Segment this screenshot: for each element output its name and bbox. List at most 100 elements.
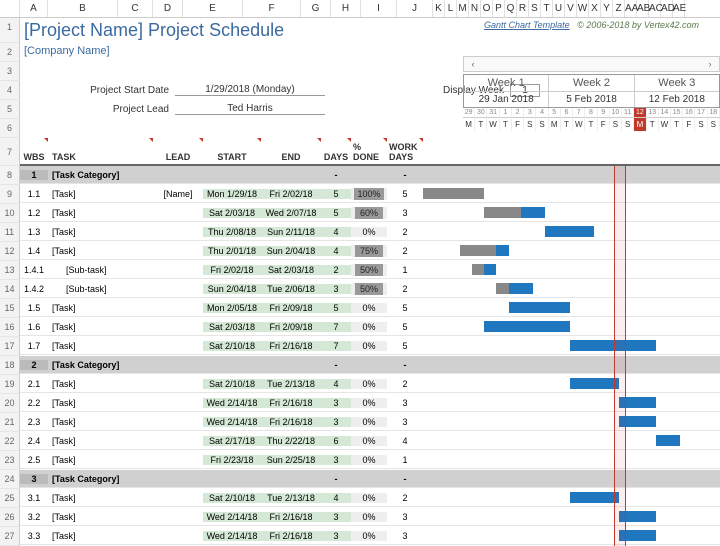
cell-work[interactable]: 3 — [387, 208, 423, 218]
cell-work[interactable]: - — [387, 474, 423, 484]
cell-days[interactable]: 4 — [321, 379, 351, 389]
cell-work[interactable]: 1 — [387, 265, 423, 275]
table-row[interactable]: 1.2 [Task] Sat 2/03/18 Wed 2/07/18 5 60%… — [20, 204, 720, 222]
header-task[interactable]: TASK — [48, 138, 153, 164]
cell-days[interactable]: 5 — [321, 208, 351, 218]
cell-start[interactable]: Sat 2/03/18 — [203, 322, 261, 332]
cell-days[interactable]: 5 — [321, 303, 351, 313]
cell-wbs[interactable]: 1.4 — [20, 246, 48, 256]
cell-work[interactable]: 5 — [387, 303, 423, 313]
cell-wbs[interactable]: 2.2 — [20, 398, 48, 408]
cell-end[interactable]: Fri 2/16/18 — [261, 417, 321, 427]
cell-end[interactable]: Tue 2/06/18 — [261, 284, 321, 294]
cell-task[interactable]: [Task Category] — [48, 360, 153, 370]
header-end[interactable]: END — [261, 138, 321, 164]
cell-wbs[interactable]: 2.1 — [20, 379, 48, 389]
cell-wbs[interactable]: 2 — [20, 360, 48, 370]
cell-days[interactable]: 3 — [321, 284, 351, 294]
cell-work[interactable]: 2 — [387, 227, 423, 237]
cell-work[interactable]: - — [387, 360, 423, 370]
cell-done[interactable]: 0% — [351, 398, 387, 408]
week-scroller[interactable]: ‹ › — [463, 56, 720, 72]
cell-done[interactable]: 0% — [351, 303, 387, 313]
cell-start[interactable]: Sat 2/10/18 — [203, 379, 261, 389]
cell-work[interactable]: 5 — [387, 341, 423, 351]
cell-wbs[interactable]: 1.4.2 — [20, 284, 48, 294]
header-lead[interactable]: LEAD — [153, 138, 203, 164]
cell-days[interactable]: 7 — [321, 341, 351, 351]
table-row[interactable]: 2.5 [Task] Fri 2/23/18 Sun 2/25/18 3 0% … — [20, 451, 720, 469]
cell-task[interactable]: [Sub-task] — [48, 284, 153, 294]
header-days[interactable]: DAYS — [321, 138, 351, 164]
table-row[interactable]: 3 [Task Category] - - — [20, 470, 720, 488]
cell-task[interactable]: [Task] — [48, 417, 153, 427]
cell-work[interactable]: 3 — [387, 512, 423, 522]
cell-start[interactable]: Sat 2/10/18 — [203, 341, 261, 351]
cell-start[interactable]: Sat 2/03/18 — [203, 208, 261, 218]
cell-done[interactable]: 0% — [351, 379, 387, 389]
table-row[interactable]: 1.5 [Task] Mon 2/05/18 Fri 2/09/18 5 0% … — [20, 299, 720, 317]
cell-start[interactable]: Mon 1/29/18 — [203, 189, 261, 199]
cell-end[interactable]: Sun 2/25/18 — [261, 455, 321, 465]
cell-task[interactable]: [Task] — [48, 189, 153, 199]
cell-work[interactable]: 3 — [387, 417, 423, 427]
lead-input[interactable]: Ted Harris — [175, 103, 325, 115]
cell-start[interactable]: Wed 2/14/18 — [203, 531, 261, 541]
cell-start[interactable]: Sun 2/04/18 — [203, 284, 261, 294]
cell-days[interactable]: 3 — [321, 512, 351, 522]
cell-task[interactable]: [Task] — [48, 227, 153, 237]
cell-end[interactable]: Sat 2/03/18 — [261, 265, 321, 275]
header-done[interactable]: % DONE — [351, 138, 387, 164]
cell-done[interactable]: 0% — [351, 322, 387, 332]
table-row[interactable]: 1.7 [Task] Sat 2/10/18 Fri 2/16/18 7 0% … — [20, 337, 720, 355]
table-row[interactable]: 3.3 [Task] Wed 2/14/18 Fri 2/16/18 3 0% … — [20, 527, 720, 545]
cell-days[interactable]: 4 — [321, 246, 351, 256]
cell-done[interactable]: 50% — [351, 264, 387, 276]
cell-start[interactable]: Wed 2/14/18 — [203, 512, 261, 522]
table-row[interactable]: 1.4.2 [Sub-task] Sun 2/04/18 Tue 2/06/18… — [20, 280, 720, 298]
cell-wbs[interactable]: 3.1 — [20, 493, 48, 503]
table-row[interactable]: 3.1 [Task] Sat 2/10/18 Tue 2/13/18 4 0% … — [20, 489, 720, 507]
cell-days[interactable]: - — [321, 170, 351, 180]
cell-done[interactable]: 0% — [351, 341, 387, 351]
cell-work[interactable]: 5 — [387, 189, 423, 199]
cell-end[interactable]: Wed 2/07/18 — [261, 208, 321, 218]
table-row[interactable]: 1.6 [Task] Sat 2/03/18 Fri 2/09/18 7 0% … — [20, 318, 720, 336]
cell-days[interactable]: 3 — [321, 531, 351, 541]
cell-days[interactable]: 7 — [321, 322, 351, 332]
cell-task[interactable]: [Task] — [48, 379, 153, 389]
cell-task[interactable]: [Task] — [48, 208, 153, 218]
cell-days[interactable]: 4 — [321, 493, 351, 503]
cell-done[interactable]: 75% — [351, 245, 387, 257]
header-start[interactable]: START — [203, 138, 261, 164]
cell-wbs[interactable]: 1.6 — [20, 322, 48, 332]
table-row[interactable]: 1.1 [Task] [Name] Mon 1/29/18 Fri 2/02/1… — [20, 185, 720, 203]
cell-work[interactable]: 3 — [387, 531, 423, 541]
cell-wbs[interactable]: 1.1 — [20, 189, 48, 199]
cell-task[interactable]: [Task] — [48, 455, 153, 465]
cell-done[interactable]: 0% — [351, 227, 387, 237]
cell-days[interactable]: 6 — [321, 436, 351, 446]
cell-task[interactable]: [Task] — [48, 398, 153, 408]
cell-days[interactable]: 2 — [321, 265, 351, 275]
cell-wbs[interactable]: 1.7 — [20, 341, 48, 351]
cell-days[interactable]: 3 — [321, 417, 351, 427]
cell-task[interactable]: [Task] — [48, 322, 153, 332]
cell-work[interactable]: 2 — [387, 284, 423, 294]
cell-days[interactable]: - — [321, 474, 351, 484]
cell-wbs[interactable]: 2.3 — [20, 417, 48, 427]
table-row[interactable]: 1.4.1 [Sub-task] Fri 2/02/18 Sat 2/03/18… — [20, 261, 720, 279]
cell-end[interactable]: Fri 2/16/18 — [261, 341, 321, 351]
cell-end[interactable]: Sun 2/11/18 — [261, 227, 321, 237]
cell-task[interactable]: [Sub-task] — [48, 265, 153, 275]
cell-start[interactable]: Fri 2/23/18 — [203, 455, 261, 465]
cell-work[interactable]: 5 — [387, 322, 423, 332]
cell-end[interactable]: Sun 2/04/18 — [261, 246, 321, 256]
cell-done[interactable]: 0% — [351, 493, 387, 503]
cell-task[interactable]: [Task] — [48, 436, 153, 446]
cell-end[interactable]: Tue 2/13/18 — [261, 493, 321, 503]
cell-end[interactable]: Fri 2/16/18 — [261, 531, 321, 541]
cell-start[interactable]: Wed 2/14/18 — [203, 417, 261, 427]
cell-work[interactable]: 2 — [387, 493, 423, 503]
cell-task[interactable]: [Task Category] — [48, 170, 153, 180]
